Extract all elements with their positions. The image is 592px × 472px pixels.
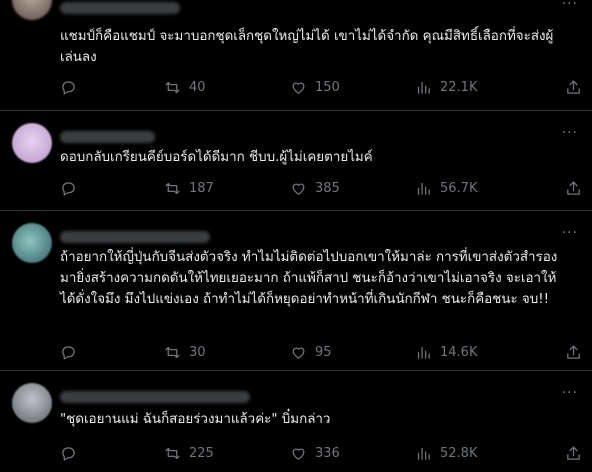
user-name[interactable] [60, 391, 250, 403]
share-icon [567, 445, 580, 460]
action-bar: 30 95 14.6K [60, 341, 584, 363]
heart-icon [292, 347, 305, 359]
share-icon [567, 344, 580, 359]
action-bar: 187 385 56.7K [60, 177, 584, 199]
views-icon [417, 182, 430, 195]
retweet-button[interactable]: 225 [164, 442, 214, 464]
retweet-button[interactable]: 30 [164, 341, 206, 363]
reply-button[interactable] [60, 177, 85, 199]
reply-text: ดอบกลับเกรียนคีย์บอร์ดได้ดีมาก ชีบบ.ผู้ไ… [60, 150, 373, 165]
views-count: 56.7K [440, 180, 478, 196]
reply-button[interactable] [60, 442, 85, 464]
retweet-count: 225 [189, 445, 214, 461]
user-name[interactable] [60, 231, 210, 243]
like-count: 336 [315, 445, 340, 461]
share-button[interactable] [565, 341, 582, 363]
avatar[interactable] [12, 123, 52, 163]
action-bar: 40 150 22.1K [60, 76, 584, 98]
views-icon [417, 81, 430, 94]
retweet-icon [165, 182, 180, 194]
user-name[interactable] [60, 131, 155, 143]
avatar[interactable] [12, 223, 52, 263]
views-button[interactable]: 52.8K [415, 442, 477, 464]
retweet-button[interactable]: 187 [164, 177, 214, 199]
views-count: 14.6K [440, 344, 478, 360]
like-count: 95 [315, 344, 332, 360]
more-icon[interactable]: ··· [562, 385, 578, 401]
share-button[interactable] [565, 177, 582, 199]
reply-button[interactable] [60, 76, 85, 98]
share-button[interactable] [565, 442, 582, 464]
more-icon[interactable]: ··· [562, 125, 578, 141]
retweet-count: 40 [189, 79, 206, 95]
action-bar: 225 336 52.8K [60, 442, 584, 464]
more-icon[interactable]: ··· [562, 0, 578, 12]
retweet-count: 30 [189, 344, 206, 360]
reply-item[interactable]: ··· "ชุดเอยานแม่ ฉันก็สอยร่วงมาแล้วค่ะ" … [0, 370, 592, 472]
retweet-count: 187 [189, 180, 214, 196]
retweet-button[interactable]: 40 [164, 76, 206, 98]
retweet-icon [165, 346, 180, 358]
retweet-icon [165, 81, 180, 93]
reply-icon [62, 345, 75, 360]
reply-icon [62, 446, 75, 461]
like-button[interactable]: 95 [290, 341, 332, 363]
heart-icon [292, 448, 305, 460]
views-button[interactable]: 56.7K [415, 177, 477, 199]
share-button[interactable] [565, 76, 582, 98]
reply-text: "ชุดเอยานแม่ ฉันก็สอยร่วงมาแล้วค่ะ" บิ๋ม… [60, 412, 331, 427]
retweet-icon [165, 447, 180, 459]
reply-text: แชมป์ก็คือแชมป์ จะมาบอกชุดเล็กชุดใหญ่ไม่… [60, 29, 554, 65]
reply-icon [62, 80, 75, 95]
user-name[interactable] [60, 2, 180, 14]
like-button[interactable]: 150 [290, 76, 340, 98]
reply-item[interactable]: ··· แชมป์ก็คือแชมป์ จะมาบอกชุดเล็กชุดใหญ… [0, 0, 592, 110]
views-count: 52.8K [440, 445, 478, 461]
share-icon [567, 180, 580, 195]
views-count: 22.1K [440, 79, 478, 95]
reply-icon [62, 181, 75, 196]
views-icon [417, 447, 430, 460]
views-button[interactable]: 22.1K [415, 76, 477, 98]
like-button[interactable]: 336 [290, 442, 340, 464]
views-icon [417, 346, 430, 359]
reply-button[interactable] [60, 341, 85, 363]
like-count: 385 [315, 180, 340, 196]
views-button[interactable]: 14.6K [415, 341, 477, 363]
more-icon[interactable]: ··· [562, 225, 578, 241]
share-icon [567, 79, 580, 94]
reply-item[interactable]: ··· ถ้าอยากให้ญี่ปุ่นกับจีนส่งตัวจริง ทำ… [0, 210, 592, 371]
avatar[interactable] [12, 383, 52, 423]
heart-icon [292, 183, 305, 195]
avatar[interactable] [12, 0, 52, 20]
like-button[interactable]: 385 [290, 177, 340, 199]
like-count: 150 [315, 79, 340, 95]
reply-text: ถ้าอยากให้ญี่ปุ่นกับจีนส่งตัวจริง ทำไมไม… [60, 250, 558, 307]
heart-icon [292, 82, 305, 94]
reply-item[interactable]: ··· ดอบกลับเกรียนคีย์บอร์ดได้ดีมาก ชีบบ.… [0, 110, 592, 211]
